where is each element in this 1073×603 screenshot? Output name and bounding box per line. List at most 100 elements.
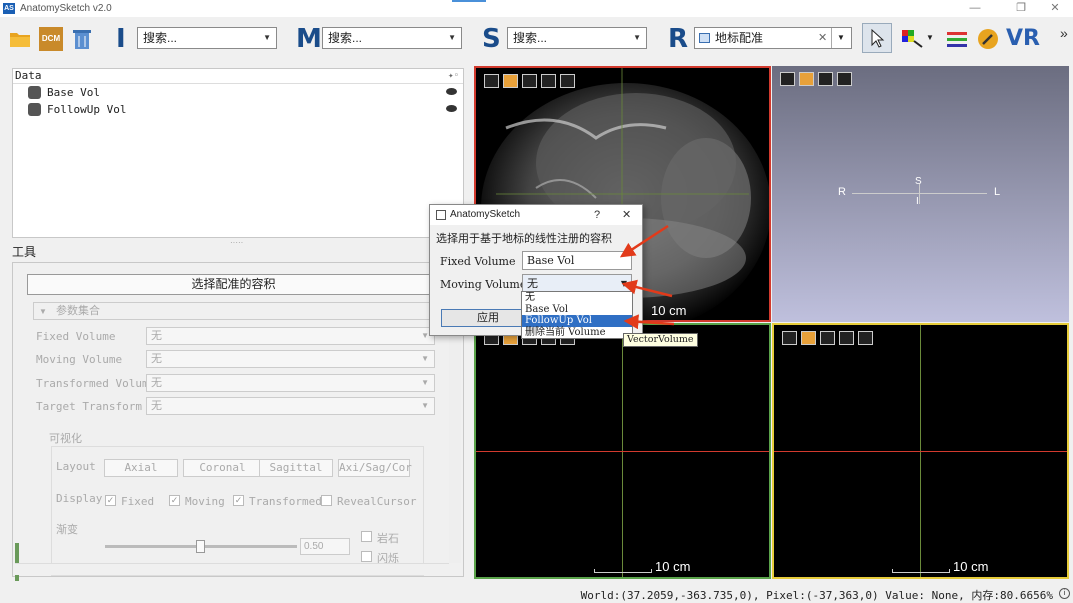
fixed-checkbox[interactable]: ✓ bbox=[105, 495, 116, 506]
layers-icon[interactable] bbox=[945, 27, 969, 51]
window-title: AnatomySketch v2.0 bbox=[20, 3, 112, 14]
reveal-cursor-checkbox[interactable] bbox=[321, 495, 332, 506]
transformed-checkbox[interactable]: ✓ bbox=[233, 495, 244, 506]
volume-icon bbox=[28, 86, 41, 99]
s-search-placeholder: 搜索... bbox=[513, 31, 548, 45]
layout-grid-icon[interactable] bbox=[782, 331, 797, 345]
data-item-base-vol[interactable]: Base Vol bbox=[13, 84, 463, 101]
orientation-axis-v bbox=[919, 184, 920, 204]
module-icon bbox=[699, 33, 710, 43]
status-text: World:(37.2059,-363.735,0), Pixel:(-37,3… bbox=[580, 589, 1053, 602]
zoom-fit-icon[interactable] bbox=[820, 331, 835, 345]
toolbar: DCM I 搜索... ▼ M 搜索... ▼ S 搜索... ▼ R 地标配准… bbox=[0, 17, 1073, 62]
dialog-fixed-label: Fixed Volume bbox=[440, 255, 516, 268]
eye-icon[interactable] bbox=[446, 88, 457, 95]
layout-axial-button[interactable]: Axial bbox=[104, 459, 178, 477]
pointer-icon bbox=[871, 28, 885, 48]
vr-icon[interactable]: VR bbox=[1006, 25, 1040, 53]
window-level-icon[interactable] bbox=[839, 331, 854, 345]
flicker-checkbox[interactable] bbox=[361, 551, 372, 562]
layout-sagittal-button[interactable]: Sagittal bbox=[259, 459, 333, 477]
zoom-fit-icon[interactable] bbox=[522, 74, 537, 88]
eye-icon[interactable] bbox=[446, 105, 457, 112]
dcm-icon[interactable]: DCM bbox=[39, 27, 63, 51]
param-group-header[interactable]: ▼ 参数集合 bbox=[33, 302, 440, 320]
chevron-down-icon: ▼ bbox=[39, 307, 47, 316]
info-icon[interactable]: i bbox=[1059, 588, 1070, 599]
pointer-tool-button[interactable] bbox=[862, 23, 892, 53]
fade-slider-thumb[interactable] bbox=[196, 540, 205, 553]
screenshot-icon[interactable] bbox=[837, 72, 852, 86]
screenshot-icon[interactable] bbox=[858, 331, 873, 345]
arrow-to-fixed bbox=[619, 224, 669, 258]
chevron-down-icon: ▼ bbox=[263, 33, 271, 42]
window-level-icon[interactable] bbox=[541, 74, 556, 88]
m-module-label: M bbox=[296, 24, 322, 54]
i-search-placeholder: 搜索... bbox=[143, 31, 178, 45]
rock-checkbox[interactable] bbox=[361, 531, 372, 542]
chevron-down-icon: ▼ bbox=[421, 354, 429, 363]
fixed-volume-combo[interactable]: 无 ▼ bbox=[146, 327, 435, 345]
app-window: AS AnatomySketch v2.0 — ❐ ✕ DCM I 搜索... … bbox=[0, 0, 1073, 603]
trash-icon[interactable] bbox=[70, 27, 94, 51]
crosshair-icon[interactable] bbox=[799, 72, 814, 86]
axial-viewer-tools bbox=[484, 74, 575, 88]
s-search-combo[interactable]: 搜索... ▼ bbox=[507, 27, 647, 49]
m-search-placeholder: 搜索... bbox=[328, 31, 363, 45]
app-logo-icon: AS bbox=[3, 3, 15, 14]
layout-coronal-button[interactable]: Coronal bbox=[183, 459, 262, 477]
more-icon[interactable]: » bbox=[1060, 25, 1068, 41]
tools-horizontal-scrollbar[interactable] bbox=[15, 563, 449, 575]
dialog-moving-label: Moving Volume bbox=[440, 278, 527, 291]
zoom-fit-icon[interactable] bbox=[818, 72, 833, 86]
chevron-down-icon[interactable]: ▼ bbox=[837, 28, 845, 48]
moving-checkbox-label: Moving bbox=[185, 495, 225, 508]
3d-viewer-tools bbox=[780, 72, 852, 86]
i-search-combo[interactable]: 搜索... ▼ bbox=[137, 27, 277, 49]
moving-volume-value: 无 bbox=[151, 353, 162, 365]
dialog-moving-value: 无 bbox=[527, 277, 538, 290]
chevron-down-icon[interactable]: ▼ bbox=[926, 33, 934, 42]
select-volumes-button[interactable]: 选择配准的容积 bbox=[27, 274, 440, 295]
layout-grid-icon[interactable] bbox=[780, 72, 795, 86]
splitter-handle[interactable]: ····· bbox=[230, 238, 243, 247]
annotation-arrows bbox=[619, 224, 675, 330]
data-panel: Data ✦◦ Base Vol FollowUp Vol bbox=[12, 68, 464, 238]
clear-icon[interactable]: ✕ bbox=[818, 28, 827, 48]
transformed-volume-combo[interactable]: 无 ▼ bbox=[146, 374, 435, 392]
arrow-to-followup bbox=[623, 314, 675, 330]
restore-button[interactable]: ❐ bbox=[1006, 0, 1036, 17]
moving-checkbox[interactable]: ✓ bbox=[169, 495, 180, 506]
color-picker-icon[interactable] bbox=[900, 27, 924, 51]
target-transform-combo[interactable]: 无 ▼ bbox=[146, 397, 435, 415]
layout-grid-icon[interactable] bbox=[484, 74, 499, 88]
screenshot-icon[interactable] bbox=[560, 74, 575, 88]
minimize-button[interactable]: — bbox=[960, 0, 990, 17]
fade-spinbox[interactable]: 0.50 bbox=[300, 538, 350, 555]
moving-volume-combo[interactable]: 无 ▼ bbox=[146, 350, 435, 368]
layout-axisagcor-button[interactable]: Axi/Sag/Cor bbox=[338, 459, 412, 477]
r-module-label: R bbox=[668, 24, 689, 54]
sagittal-viewer-tools bbox=[782, 331, 873, 345]
close-button[interactable]: ✕ bbox=[1040, 0, 1070, 17]
registration-module-combo[interactable]: 地标配准 ✕ ▼ bbox=[694, 27, 852, 49]
target-transform-label: Target Transform bbox=[36, 400, 142, 413]
orient-l-label: L bbox=[994, 186, 1001, 198]
crosshair-icon[interactable] bbox=[503, 74, 518, 88]
pen-icon[interactable] bbox=[976, 27, 1000, 51]
tools-panel: 选择配准的容积 ▼ 参数集合 Fixed Volume 无 ▼ Moving V… bbox=[12, 262, 464, 581]
coronal-viewer[interactable]: 10 cm bbox=[474, 323, 771, 579]
folder-icon[interactable] bbox=[8, 27, 32, 51]
3d-viewer[interactable]: R L S I bbox=[772, 66, 1069, 322]
fixed-checkbox-label: Fixed bbox=[121, 495, 155, 508]
data-item-label: Base Vol bbox=[47, 86, 100, 99]
m-search-combo[interactable]: 搜索... ▼ bbox=[322, 27, 462, 49]
dialog-prompt: 选择用于基于地标的线性注册的容积 bbox=[436, 233, 612, 245]
moving-volume-label: Moving Volume bbox=[36, 353, 123, 366]
arrow-to-moving bbox=[621, 279, 673, 298]
header-options-icon[interactable]: ✦◦ bbox=[448, 69, 459, 83]
status-bar: World:(37.2059,-363.735,0), Pixel:(-37,3… bbox=[0, 584, 1073, 603]
data-item-followup-vol[interactable]: FollowUp Vol bbox=[13, 101, 463, 118]
crosshair-icon[interactable] bbox=[801, 331, 816, 345]
sagittal-viewer[interactable]: 10 cm bbox=[772, 323, 1069, 579]
